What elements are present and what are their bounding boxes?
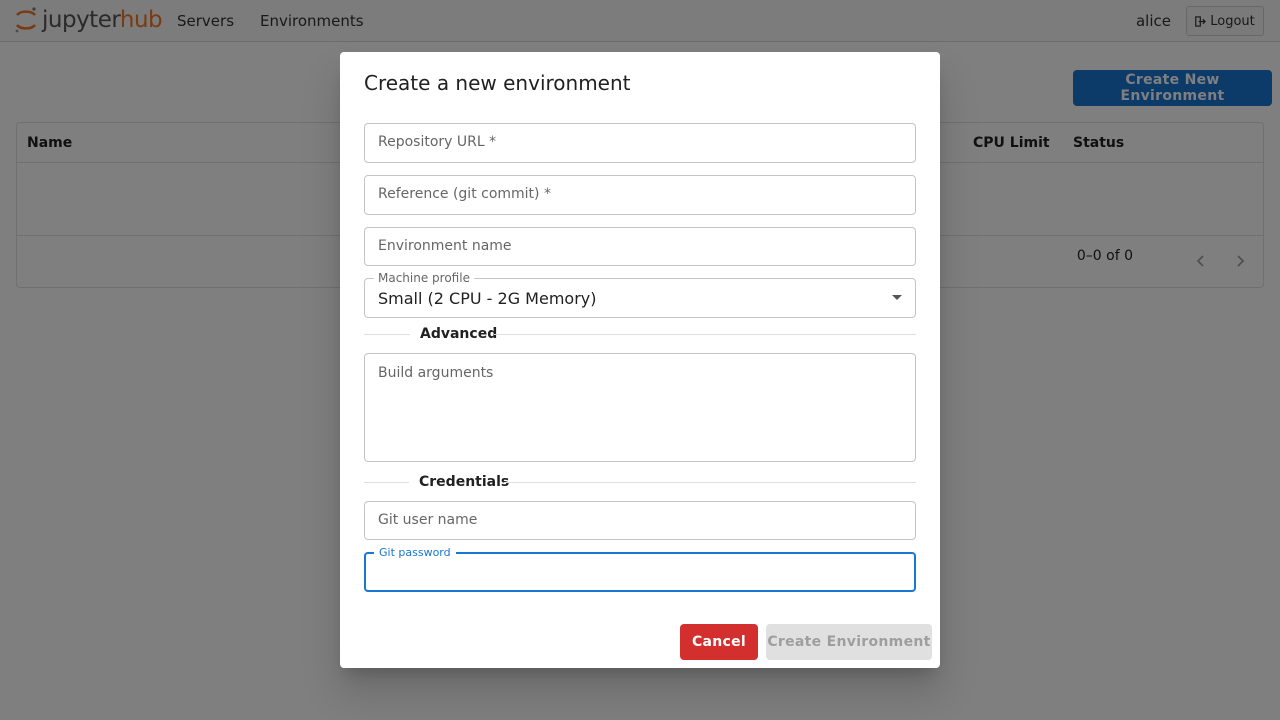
git-username-placeholder: Git user name	[378, 512, 478, 528]
credentials-section-label: Credentials	[419, 474, 510, 490]
git-username-input[interactable]: Git user name	[364, 501, 916, 540]
divider-line	[364, 482, 409, 483]
cancel-button[interactable]: Cancel	[680, 624, 758, 660]
dialog-title: Create a new environment	[364, 71, 631, 95]
git-password-input[interactable]: Git password	[364, 546, 916, 592]
reference-input[interactable]: Reference (git commit) *	[364, 175, 916, 215]
caret-down-icon	[892, 295, 902, 300]
divider-line	[494, 334, 916, 335]
machine-profile-value: Small (2 CPU - 2G Memory)	[378, 289, 597, 308]
advanced-section-label: Advanced	[420, 326, 498, 342]
build-arguments-textarea[interactable]: Build arguments	[364, 353, 916, 462]
advanced-section-divider: Advanced	[364, 324, 916, 344]
create-environment-dialog: Create a new environment Repository URL …	[340, 52, 940, 668]
environment-name-placeholder: Environment name	[378, 238, 512, 254]
machine-profile-select[interactable]: Machine profile Small (2 CPU - 2G Memory…	[364, 271, 916, 318]
repository-url-input[interactable]: Repository URL *	[364, 123, 916, 163]
machine-profile-label: Machine profile	[374, 271, 474, 285]
divider-line	[504, 482, 916, 483]
environment-name-input[interactable]: Environment name	[364, 227, 916, 266]
credentials-section-divider: Credentials	[364, 472, 916, 492]
create-environment-button[interactable]: Create Environment	[766, 624, 932, 660]
build-arguments-placeholder: Build arguments	[378, 365, 494, 381]
git-password-label: Git password	[374, 546, 456, 559]
divider-line	[364, 334, 410, 335]
repository-url-placeholder: Repository URL *	[378, 134, 497, 150]
reference-placeholder: Reference (git commit) *	[378, 186, 551, 202]
